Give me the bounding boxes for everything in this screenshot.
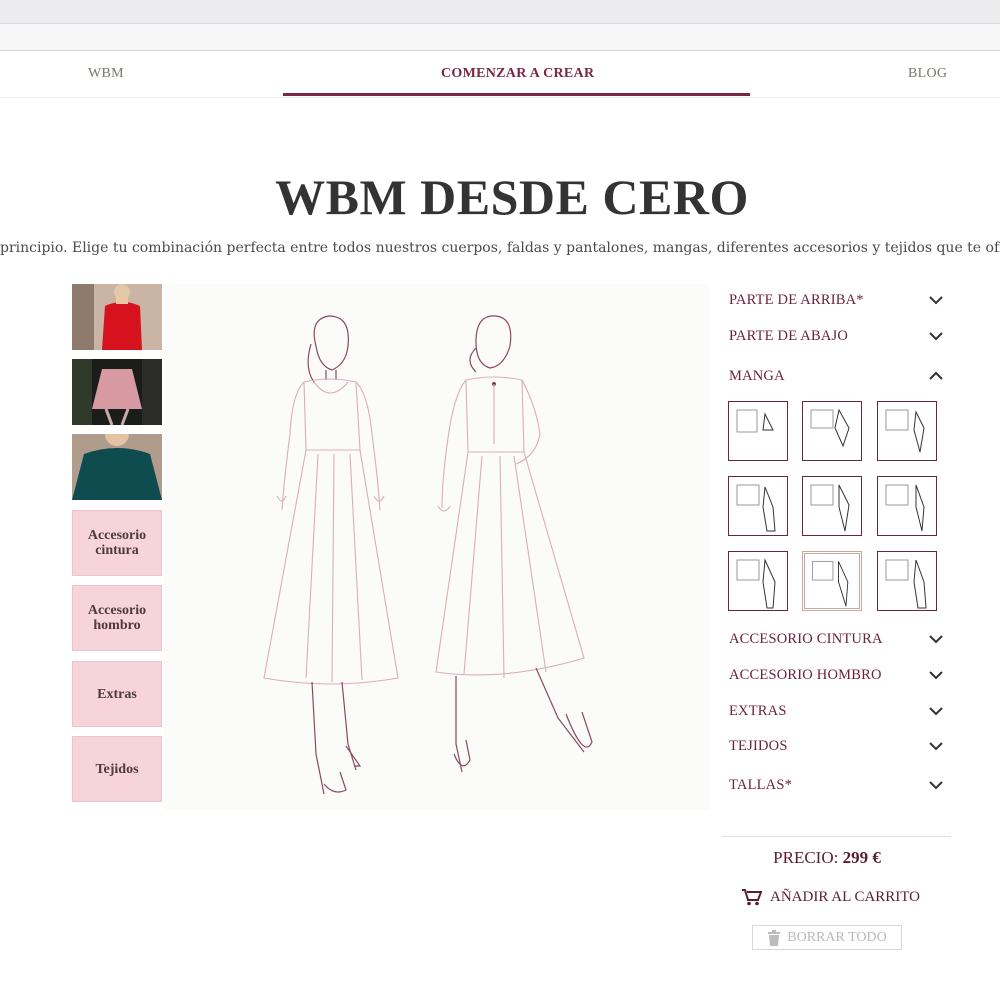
nav-item-wbm[interactable]: WBM: [88, 66, 124, 82]
thumb-accesorio-hombro[interactable]: Accesorio hombro: [72, 585, 162, 651]
section-label: TEJIDOS: [729, 738, 788, 754]
add-to-cart-label: AÑADIR AL CARRITO: [770, 888, 921, 905]
browser-top-bar: [0, 0, 1000, 24]
sleeve-option-7[interactable]: [728, 551, 788, 611]
section-accesorio-cintura[interactable]: ACCESORIO CINTURA: [729, 627, 944, 651]
add-to-cart-button[interactable]: AÑADIR AL CARRITO: [742, 885, 920, 909]
trash-icon: [768, 929, 781, 946]
chevron-down-icon: [929, 742, 943, 751]
sleeve-option-8-selected[interactable]: [802, 551, 862, 611]
nav-item-blog[interactable]: BLOG: [908, 66, 947, 82]
thumb-accesorio-cintura[interactable]: Accesorio cintura: [72, 510, 162, 576]
sleeve-option-3[interactable]: [877, 401, 937, 461]
sleeve-option-6[interactable]: [877, 476, 937, 536]
section-tejidos[interactable]: TEJIDOS: [729, 734, 944, 758]
section-label: PARTE DE ARRIBA*: [729, 292, 864, 308]
section-label: TALLAS*: [729, 777, 793, 793]
sleeve-option-2[interactable]: [802, 401, 862, 461]
active-tab-underline: [283, 93, 750, 96]
clear-all-button[interactable]: BORRAR TODO: [752, 925, 902, 950]
thumb-manga-photo[interactable]: [72, 434, 162, 500]
sleeve-option-5[interactable]: [802, 476, 862, 536]
dress-sketch-illustration: [263, 315, 593, 795]
dress-sketch-canvas: [164, 284, 710, 810]
section-tallas[interactable]: TALLAS*: [729, 773, 944, 797]
chevron-down-icon: [929, 781, 943, 790]
sleeve-option-4[interactable]: [728, 476, 788, 536]
cart-icon: [742, 889, 762, 906]
section-label: MANGA: [729, 368, 785, 384]
thumb-tejidos[interactable]: Tejidos: [72, 736, 162, 802]
thumb-parte-arriba-photo[interactable]: [72, 284, 162, 350]
browser-address-strip: [0, 24, 1000, 51]
section-label: ACCESORIO CINTURA: [729, 631, 883, 647]
chevron-down-icon: [929, 332, 943, 341]
section-label: ACCESORIO HOMBRO: [729, 667, 882, 683]
price-value: 299 €: [842, 848, 881, 867]
nav-item-comenzar-a-crear[interactable]: COMENZAR A CREAR: [441, 66, 594, 82]
thumb-extras[interactable]: Extras: [72, 661, 162, 727]
section-label: EXTRAS: [729, 703, 787, 719]
section-parte-abajo[interactable]: PARTE DE ABAJO: [729, 324, 944, 348]
page-subtitle: principio. Elige tu combinación perfecta…: [0, 240, 1000, 256]
thumb-parte-abajo-photo[interactable]: [72, 359, 162, 425]
sleeve-option-1[interactable]: [728, 401, 788, 461]
section-parte-arriba[interactable]: PARTE DE ARRIBA*: [729, 288, 944, 312]
page-title: WBM DESDE CERO: [275, 169, 749, 225]
clear-all-label: BORRAR TODO: [787, 929, 887, 945]
chevron-down-icon: [929, 296, 943, 305]
main-nav: WBM COMENZAR A CREAR BLOG: [0, 52, 1000, 98]
chevron-down-icon: [929, 635, 943, 644]
section-extras[interactable]: EXTRAS: [729, 699, 944, 723]
sleeve-option-9[interactable]: [877, 551, 937, 611]
chevron-down-icon: [929, 707, 943, 716]
chevron-up-icon: [929, 371, 943, 380]
chevron-down-icon: [929, 671, 943, 680]
section-manga[interactable]: MANGA: [729, 364, 944, 388]
price-divider: [722, 836, 951, 837]
section-label: PARTE DE ABAJO: [729, 328, 849, 344]
section-accesorio-hombro[interactable]: ACCESORIO HOMBRO: [729, 663, 944, 687]
price-label: PRECIO:: [773, 848, 839, 867]
price-display: PRECIO: 299 €: [722, 848, 932, 868]
